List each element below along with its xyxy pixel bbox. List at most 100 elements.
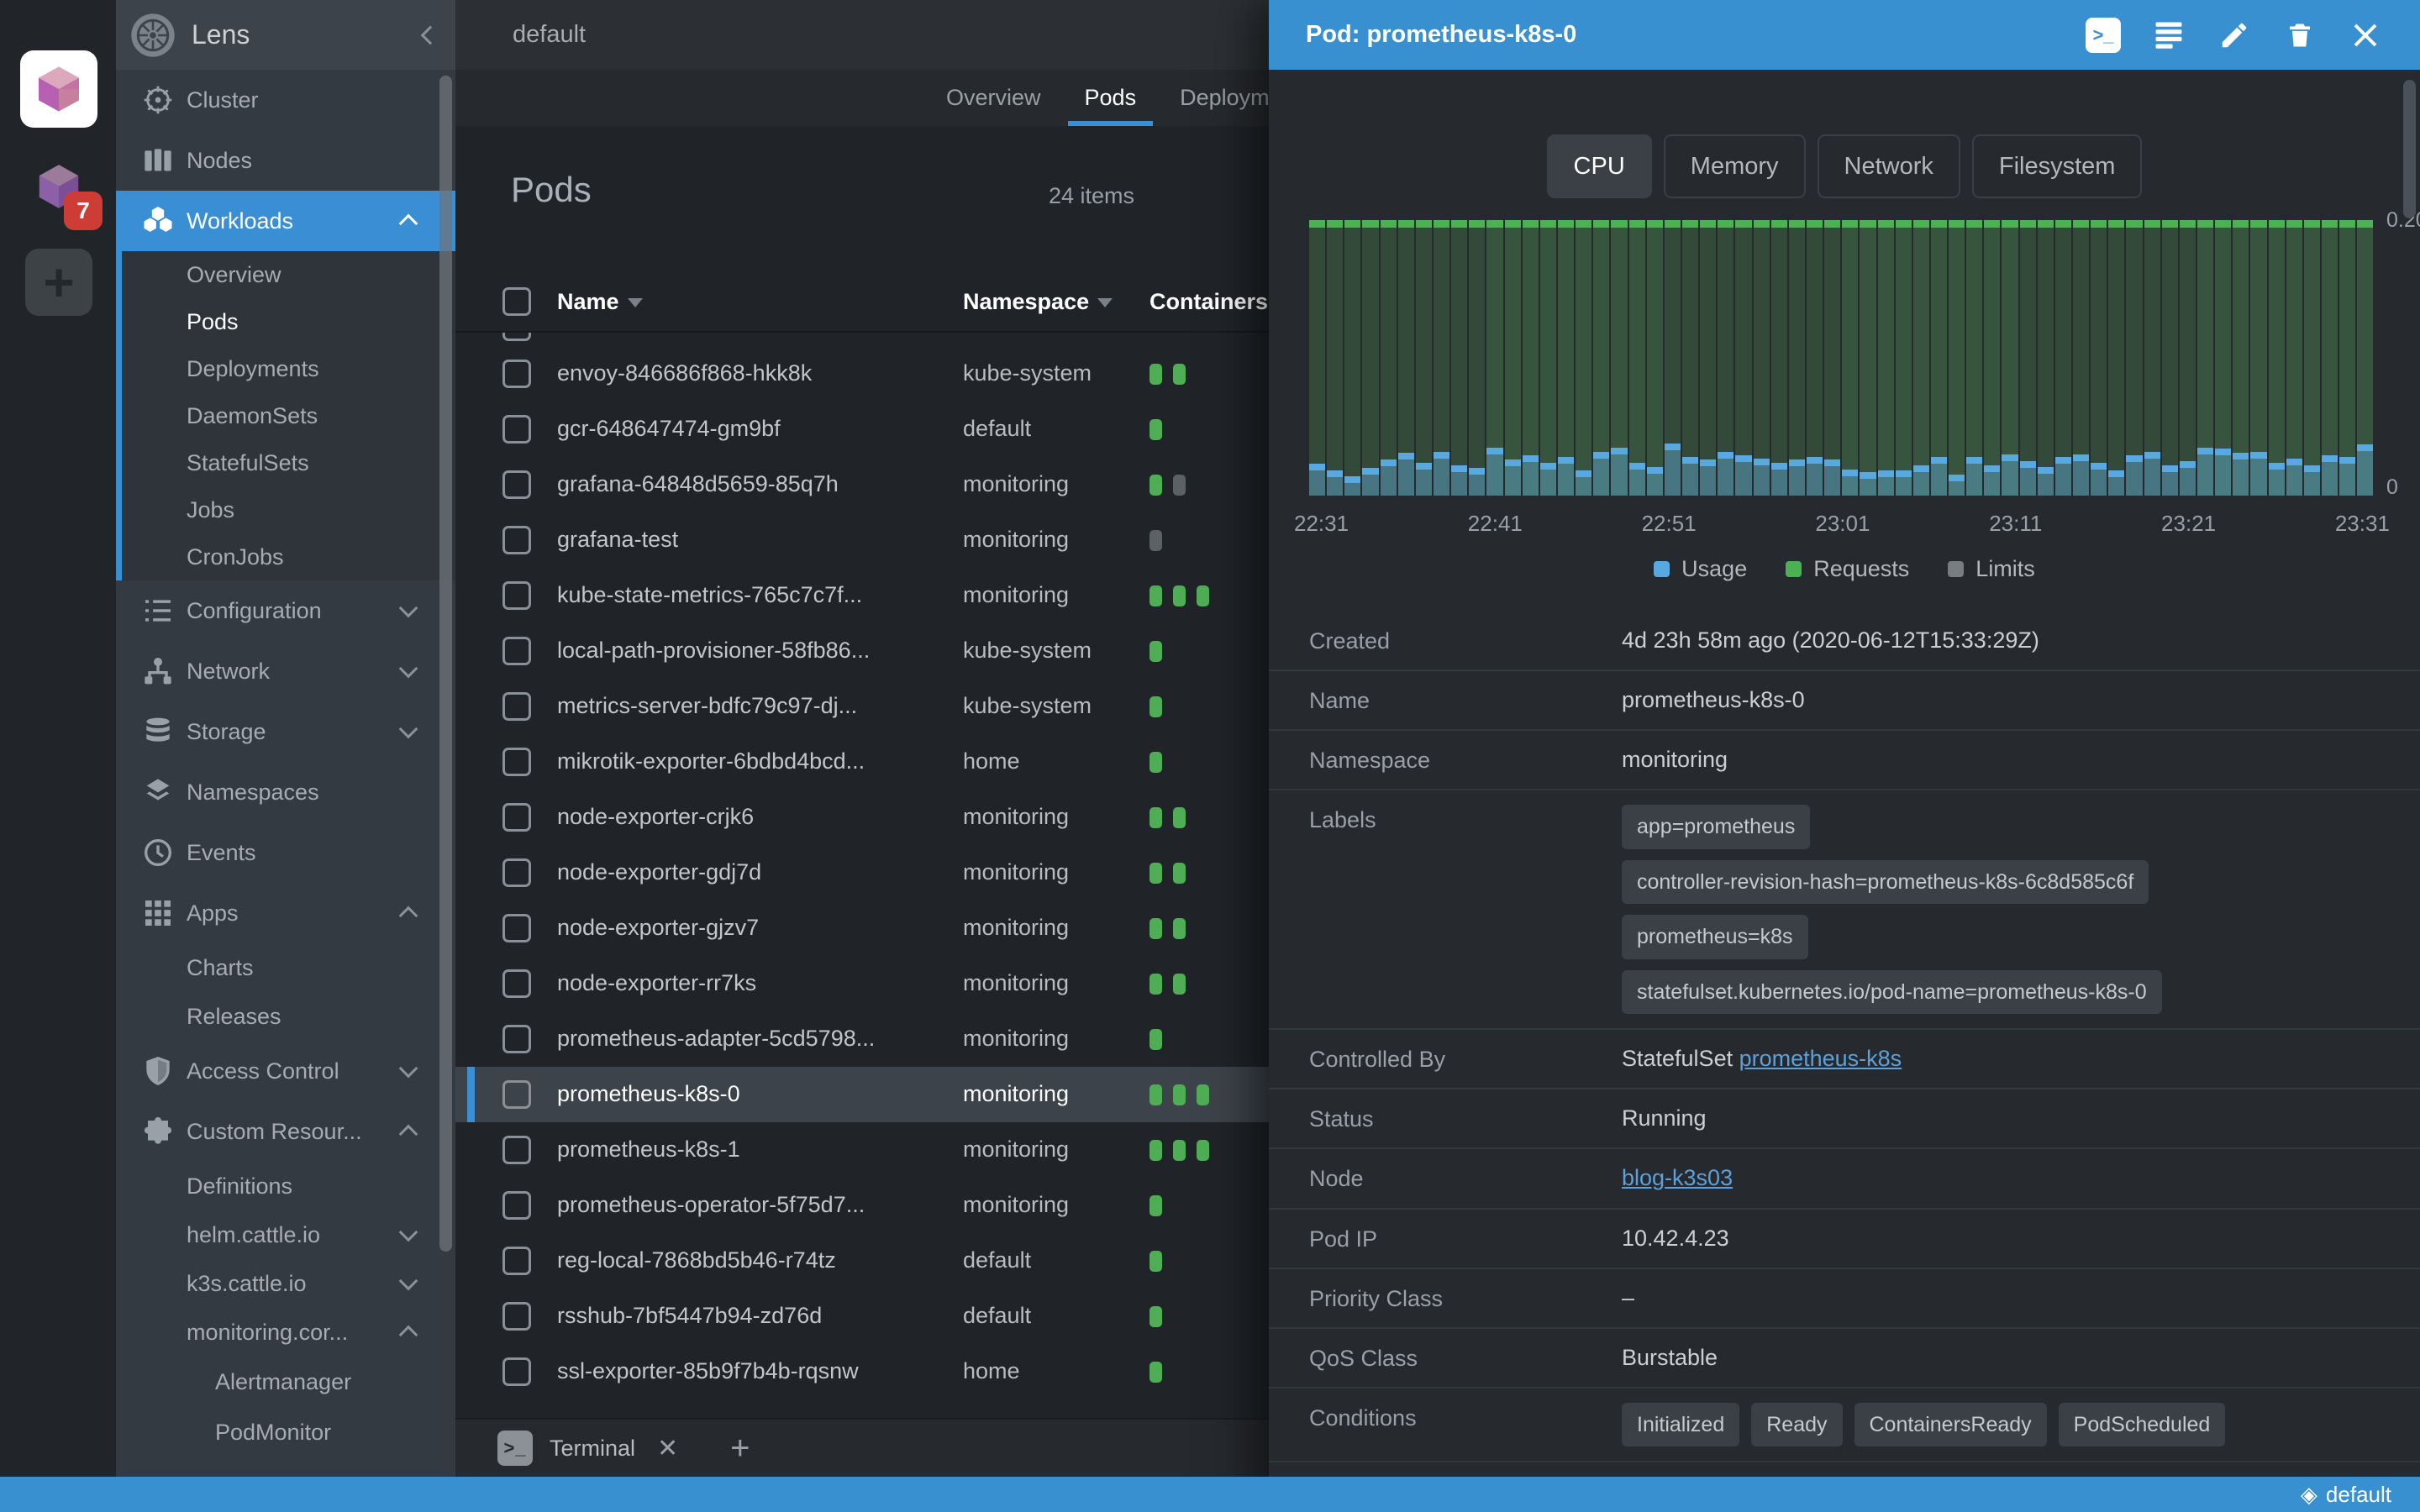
sidebar-item-releases[interactable]: Releases — [116, 992, 455, 1041]
row-checkbox[interactable] — [502, 1080, 531, 1109]
chart-bar — [1611, 220, 1628, 496]
sidebar-item-events[interactable]: Events — [116, 822, 455, 883]
sidebar-item-daemonsets[interactable]: DaemonSets — [116, 392, 455, 439]
row-checkbox[interactable] — [502, 333, 531, 341]
row-checkbox[interactable] — [502, 581, 531, 610]
detail-row-namespace: Namespace monitoring — [1269, 731, 2420, 791]
sidebar-item-statefulsets[interactable]: StatefulSets — [116, 439, 455, 486]
legend-item-requests[interactable]: Requests — [1786, 556, 1909, 582]
row-checkbox[interactable] — [502, 1357, 531, 1386]
container-status-running — [1150, 974, 1162, 995]
sidebar-item-podmonitor[interactable]: PodMonitor — [116, 1407, 455, 1457]
row-checkbox[interactable] — [502, 1302, 531, 1331]
sidebar-item-label: Deployments — [187, 355, 319, 381]
column-header-namespace[interactable]: Namespace — [963, 289, 1113, 315]
sidebar-item-workloads[interactable]: Workloads — [116, 191, 455, 251]
edit-pod-icon[interactable] — [2217, 18, 2252, 53]
sidebar-item-jobs[interactable]: Jobs — [116, 486, 455, 533]
column-header-name[interactable]: Name — [557, 289, 643, 315]
sidebar-item-helm-cattle-io[interactable]: helm.cattle.io — [116, 1210, 455, 1259]
pod-namespace: monitoring — [963, 1192, 1070, 1217]
select-all-checkbox[interactable] — [502, 287, 531, 316]
sidebar-item-label: Configuration — [187, 597, 322, 623]
sidebar-item-deployments[interactable]: Deployments — [116, 345, 455, 392]
row-checkbox[interactable] — [502, 692, 531, 721]
sidebar-item-nodes[interactable]: Nodes — [116, 130, 455, 191]
sidebar-item-network[interactable]: Network — [116, 641, 455, 701]
sidebar-item-definitions[interactable]: Definitions — [116, 1162, 455, 1210]
sidebar-item-label: monitoring.cor... — [187, 1319, 349, 1345]
container-status-running — [1173, 918, 1186, 939]
metric-tab-cpu[interactable]: CPU — [1546, 134, 1652, 198]
legend-item-usage[interactable]: Usage — [1654, 556, 1747, 582]
metric-tab-network[interactable]: Network — [1817, 134, 1960, 198]
legend-item-limits[interactable]: Limits — [1948, 556, 2035, 582]
sidebar-item-cluster[interactable]: Cluster — [116, 70, 455, 130]
sidebar-item-namespaces[interactable]: Namespaces — [116, 762, 455, 822]
row-checkbox[interactable] — [502, 748, 531, 776]
row-checkbox[interactable] — [502, 858, 531, 887]
sidebar-item-alertmanager[interactable]: Alertmanager — [116, 1357, 455, 1407]
usage-bar-segment — [2339, 457, 2356, 496]
chevron-up-icon — [398, 906, 418, 926]
cluster-icon-active[interactable] — [20, 50, 97, 128]
chart-bar — [2322, 220, 2338, 496]
sidebar-item-access-control[interactable]: Access Control — [116, 1041, 455, 1101]
usage-bar-segment — [1842, 469, 1859, 496]
statefulset-link[interactable]: prometheus-k8s — [1739, 1046, 1902, 1071]
column-header-containers[interactable]: Containers — [1150, 289, 1268, 315]
detail-row-priority-class: Priority Class – — [1269, 1269, 2420, 1329]
sidebar-item-apps[interactable]: Apps — [116, 883, 455, 943]
delete-pod-icon[interactable] — [2282, 18, 2317, 53]
detail-row-labels: Labels app=prometheus controller-revision… — [1269, 790, 2420, 1031]
chart-bar — [1664, 220, 1681, 496]
tab-overview[interactable]: Overview — [924, 70, 1063, 126]
row-checkbox[interactable] — [502, 415, 531, 444]
chart-bar — [1930, 220, 1948, 496]
pod-shell-icon[interactable]: >_ — [2086, 17, 2121, 53]
detail-row-created: Created 4d 23h 58m ago (2020-06-12T15:33… — [1269, 612, 2420, 672]
close-drawer-icon[interactable] — [2348, 18, 2383, 53]
row-checkbox[interactable] — [502, 803, 531, 832]
node-link[interactable]: blog-k3s03 — [1622, 1165, 1733, 1190]
sidebar-item-storage[interactable]: Storage — [116, 701, 455, 762]
row-checkbox[interactable] — [502, 1025, 531, 1053]
list-icon — [141, 594, 175, 627]
terminal-icon[interactable]: >_ — [497, 1431, 533, 1466]
drawer-scrollbar[interactable] — [2403, 80, 2416, 218]
sidebar-item-configuration[interactable]: Configuration — [116, 580, 455, 641]
sidebar-item-label: Charts — [187, 954, 254, 980]
add-cluster-button[interactable]: + — [25, 249, 92, 316]
sidebar-scrollbar[interactable] — [439, 76, 452, 1252]
sidebar-item-charts[interactable]: Charts — [116, 943, 455, 992]
usage-bar-segment — [2019, 461, 2036, 496]
sidebar-collapse-icon[interactable] — [420, 25, 440, 45]
row-checkbox[interactable] — [502, 637, 531, 665]
row-checkbox[interactable] — [502, 1136, 531, 1164]
terminal-close-icon[interactable]: ✕ — [657, 1434, 678, 1463]
sidebar-item-monitoring-cor[interactable]: monitoring.cor... — [116, 1308, 455, 1357]
terminal-add-icon[interactable]: + — [730, 1431, 750, 1465]
sidebar-item-overview[interactable]: Overview — [116, 251, 455, 298]
row-checkbox[interactable] — [502, 1191, 531, 1220]
cluster-tab-default[interactable]: default — [513, 0, 586, 70]
metric-tab-filesystem[interactable]: Filesystem — [1971, 134, 2143, 198]
usage-bar-segment — [1611, 447, 1628, 496]
row-checkbox[interactable] — [502, 360, 531, 388]
sidebar-item-cronjobs[interactable]: CronJobs — [116, 533, 455, 580]
status-badge: Running — [1622, 1105, 1707, 1131]
row-checkbox[interactable] — [502, 470, 531, 499]
pod-name: local-path-provisioner-58fb86... — [557, 638, 871, 663]
pod-logs-icon[interactable] — [2151, 18, 2186, 53]
row-checkbox[interactable] — [502, 526, 531, 554]
sidebar-item-k3s-cattle-io[interactable]: k3s.cattle.io — [116, 1259, 455, 1308]
sidebar-item-custom-resources[interactable]: Custom Resour... — [116, 1101, 455, 1162]
tab-pods[interactable]: Pods — [1063, 70, 1159, 126]
row-checkbox[interactable] — [502, 1247, 531, 1275]
terminal-tab-label[interactable]: Terminal — [550, 1436, 635, 1462]
row-checkbox[interactable] — [502, 914, 531, 942]
sidebar-item-pods[interactable]: Pods — [116, 298, 455, 345]
row-checkbox[interactable] — [502, 969, 531, 998]
metric-tab-memory[interactable]: Memory — [1663, 134, 1806, 198]
active-cluster-label[interactable]: default — [2326, 1482, 2391, 1508]
